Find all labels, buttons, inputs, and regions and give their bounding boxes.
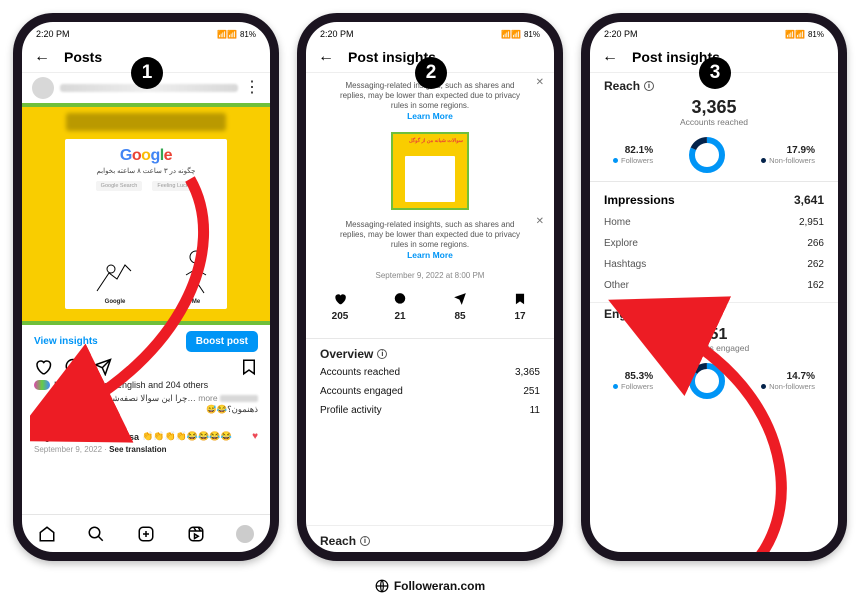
home-icon[interactable]: [38, 525, 56, 543]
close-icon[interactable]: ✕: [536, 77, 544, 90]
create-icon[interactable]: [137, 525, 155, 543]
overview-section: Overview i Accounts reached3,365 Account…: [306, 345, 554, 420]
bookmark-icon: [511, 292, 529, 306]
info-icon[interactable]: i: [644, 81, 654, 91]
comment-line[interactable]: english_learning_mahsa 👏👏👏👏😂😂😂😂♥: [22, 430, 270, 443]
overview-row: Accounts reached3,365: [320, 361, 540, 380]
info-icon[interactable]: i: [679, 312, 689, 322]
back-icon[interactable]: ←: [318, 48, 334, 66]
learn-more-link[interactable]: Learn More: [407, 111, 453, 121]
globe-icon: [375, 579, 389, 593]
impressions-row: Home2,951: [590, 212, 838, 233]
back-icon[interactable]: ←: [34, 48, 50, 66]
reach-section-header: Reach i: [306, 525, 554, 552]
view-comments-link[interactable]: View all 21 comments: [22, 416, 270, 430]
comment-icon: [391, 292, 409, 306]
info-icon[interactable]: i: [377, 349, 387, 359]
phone-1: 1 2:20 PM📶📶81% ← Posts ⋮ Google چگونه در…: [13, 13, 279, 561]
engagement-section: Engagement i 251 Accounts engaged 85.3%F…: [590, 302, 838, 401]
tab-bar: [22, 514, 270, 552]
posted-date: September 9, 2022 at 8:00 PM: [306, 271, 554, 280]
profile-icon[interactable]: [236, 525, 254, 543]
accounts-reached-label: Accounts reached: [590, 117, 838, 127]
post-actions: [22, 356, 270, 378]
step-badge-1: 1: [131, 57, 163, 89]
see-translation-link[interactable]: See translation: [109, 445, 166, 454]
caption: more …چرا این سوالا نصفه‌شب تازه میاد به…: [22, 392, 270, 416]
avatar: [32, 77, 54, 99]
status-bar: 2:20 PM📶📶81%: [306, 22, 554, 44]
google-subtitle: چگونه در ۳ ساعت ۸ ساعته بخوابم: [71, 167, 221, 175]
brand-footer: Followeran.com: [1, 579, 859, 593]
impressions-row: Other162: [590, 275, 838, 296]
close-icon[interactable]: ✕: [536, 216, 544, 229]
accounts-engaged-value: 251: [604, 326, 824, 344]
reels-icon[interactable]: [187, 525, 205, 543]
heart-icon: [331, 292, 349, 306]
accounts-engaged-label: Accounts engaged: [604, 343, 824, 353]
stat-summary: 205 21 85 17: [306, 280, 554, 332]
share-icon[interactable]: [94, 358, 112, 376]
bookmark-icon[interactable]: [240, 358, 258, 376]
google-logo: Google: [71, 147, 221, 165]
view-insights-link[interactable]: View insights: [34, 336, 98, 347]
accounts-reached-value: 3,365: [590, 97, 838, 118]
impressions-header: Impressions3,641: [590, 188, 838, 212]
phone-2: 2 2:20 PM📶📶81% ← Post insights ✕Messagin…: [297, 13, 563, 561]
post-thumbnail[interactable]: سوالات شبانه من از گوگل: [391, 132, 469, 210]
impressions-row: Explore266: [590, 233, 838, 254]
likes-row[interactable]: Liked by asana.english and 204 others: [22, 378, 270, 392]
back-icon[interactable]: ←: [602, 48, 618, 66]
post-date: September 9, 2022 · See translation: [22, 443, 270, 456]
overview-row: Accounts engaged251: [320, 380, 540, 399]
step-badge-3: 3: [699, 57, 731, 89]
step-badge-2: 2: [415, 57, 447, 89]
phone-3: 3 2:20 PM📶📶81% ← Post insights Reach i 3…: [581, 13, 847, 561]
status-bar: 2:20 PM📶📶81%: [590, 22, 838, 44]
search-icon[interactable]: [87, 525, 105, 543]
boost-post-button[interactable]: Boost post: [186, 331, 258, 352]
donut-chart-icon: [687, 361, 727, 401]
heart-icon[interactable]: [34, 358, 52, 376]
comment-icon[interactable]: [64, 358, 82, 376]
share-icon: [451, 292, 469, 306]
post-image[interactable]: Google چگونه در ۳ ساعت ۸ ساعته بخوابم Go…: [22, 103, 270, 325]
donut-chart-icon: [687, 135, 727, 175]
status-bar: 2:20 PM📶📶81%: [22, 22, 270, 44]
learn-more-link[interactable]: Learn More: [407, 250, 453, 260]
more-icon[interactable]: ⋮: [244, 84, 260, 92]
info-banner-2: ✕Messaging-related insights, such as sha…: [320, 218, 540, 263]
overview-row: Profile activity11: [320, 399, 540, 418]
reach-donut: 82.1%Followers 17.9%Non-followers: [590, 135, 838, 175]
info-icon[interactable]: i: [360, 536, 370, 546]
engagement-donut: 85.3%Followers 14.7%Non-followers: [604, 361, 824, 401]
page-title: Posts: [64, 49, 102, 65]
impressions-row: Hashtags262: [590, 254, 838, 275]
like-comment-icon[interactable]: ♥: [252, 431, 258, 442]
